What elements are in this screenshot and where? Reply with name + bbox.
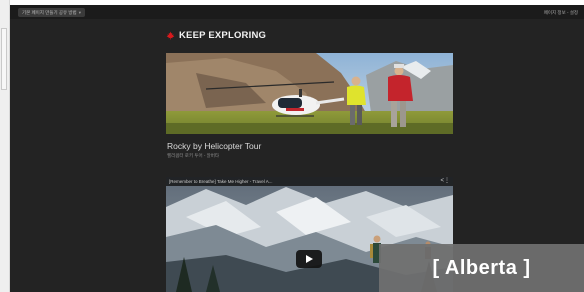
topbar-right-link[interactable]: 페이지 정보 - 설정 bbox=[544, 8, 578, 17]
play-button[interactable] bbox=[296, 250, 322, 268]
top-bar: 기본 페이지 만들기 공유 방법 ▾ 페이지 정보 - 설정 bbox=[10, 5, 584, 19]
topbar-tab[interactable]: 기본 페이지 만들기 공유 방법 ▾ bbox=[18, 8, 85, 17]
video-title-bar: [Remember to Breathe] Take Me Higher - T… bbox=[166, 177, 453, 186]
brand-header[interactable]: KEEP EXPLORING bbox=[166, 28, 266, 42]
maple-leaf-icon bbox=[166, 30, 175, 40]
alberta-label: [ Alberta ] bbox=[432, 256, 531, 279]
alberta-label-overlay: [ Alberta ] bbox=[379, 244, 584, 292]
chevron-down-icon: ▾ bbox=[78, 10, 81, 15]
topbar-tab-label: 기본 페이지 만들기 공유 방법 bbox=[22, 10, 77, 15]
helicopter-photo bbox=[166, 53, 453, 134]
card-subtitle: 헬리콥터 로키 투어 - 알버타 bbox=[167, 153, 220, 158]
more-icon[interactable]: ⋮ bbox=[444, 178, 450, 185]
video-title[interactable]: [Remember to Breathe] Take Me Higher - T… bbox=[169, 177, 272, 186]
helicopter-tour-image[interactable] bbox=[166, 53, 453, 134]
left-sidebar-strip bbox=[0, 0, 10, 292]
play-icon bbox=[306, 255, 313, 263]
sidebar-panel-edge bbox=[1, 28, 7, 90]
card-title[interactable]: Rocky by Helicopter Tour bbox=[167, 141, 261, 151]
brand-title: KEEP EXPLORING bbox=[179, 29, 267, 41]
